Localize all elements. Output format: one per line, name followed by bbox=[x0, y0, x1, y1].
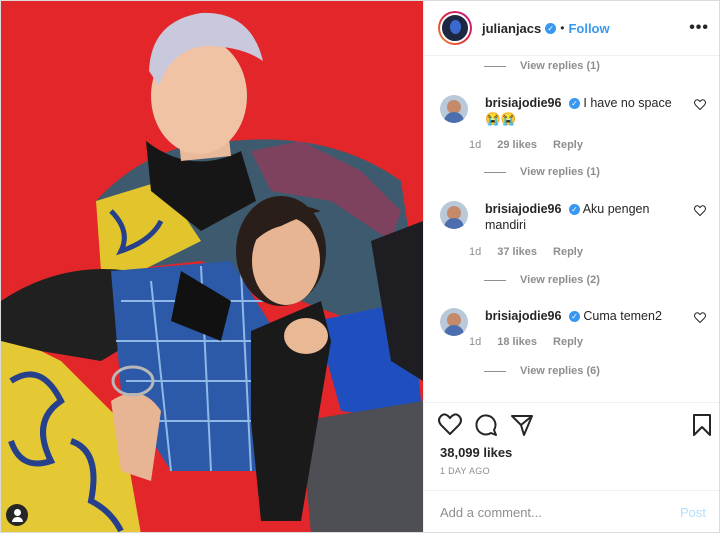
post-username[interactable]: julianjacs bbox=[482, 21, 541, 36]
comment-likes[interactable]: 29 likes bbox=[497, 139, 537, 151]
verified-badge-icon: ✓ bbox=[568, 98, 580, 110]
view-replies-top[interactable]: View replies (1) bbox=[484, 60, 600, 72]
comment-username[interactable]: brisiajodie96 bbox=[485, 309, 561, 323]
reply-button[interactable]: Reply bbox=[553, 336, 583, 348]
commenter-avatar[interactable] bbox=[440, 95, 468, 123]
reply-button[interactable]: Reply bbox=[553, 139, 583, 151]
comment-bubble-icon[interactable] bbox=[474, 413, 498, 437]
comment-meta: 1d 37 likes Reply bbox=[469, 246, 583, 258]
post-timestamp: 1 DAY AGO bbox=[440, 466, 490, 476]
add-comment-bar: Post bbox=[424, 490, 719, 532]
instagram-post-window: julianjacs ✓ • Follow ••• View replies (… bbox=[0, 0, 720, 533]
comment-meta: 1d 29 likes Reply bbox=[469, 139, 583, 151]
like-comment-heart-icon[interactable] bbox=[694, 205, 706, 216]
verified-badge-icon: ✓ bbox=[568, 311, 580, 323]
share-paper-plane-icon[interactable] bbox=[510, 413, 534, 437]
photo-illustration bbox=[1, 1, 423, 532]
post-actions: 38,099 likes 1 DAY AGO bbox=[424, 402, 719, 490]
action-icons bbox=[438, 413, 534, 437]
comment-likes[interactable]: 18 likes bbox=[497, 336, 537, 348]
comment-username[interactable]: brisiajodie96 bbox=[485, 202, 561, 216]
comment-meta: 1d 18 likes Reply bbox=[469, 336, 583, 348]
like-heart-icon[interactable] bbox=[438, 413, 462, 435]
comment-text: Cuma temen2 bbox=[583, 309, 662, 323]
verified-badge-icon: ✓ bbox=[545, 22, 557, 34]
comment-input[interactable] bbox=[440, 505, 680, 520]
comment-text: I have no space bbox=[583, 96, 672, 110]
post-side-panel: julianjacs ✓ • Follow ••• View replies (… bbox=[423, 1, 719, 532]
save-bookmark-icon[interactable] bbox=[692, 413, 712, 437]
post-comment-button[interactable]: Post bbox=[680, 505, 706, 520]
profile-avatar[interactable] bbox=[438, 11, 472, 45]
comment-time: 1d bbox=[469, 246, 482, 258]
comment-text-block: brisiajodie96 ✓ I have no space 😭😭 bbox=[485, 95, 685, 127]
view-replies[interactable]: View replies (1) bbox=[484, 166, 600, 178]
comment-text-block: brisiajodie96 ✓ Aku pengen mandiri bbox=[485, 201, 685, 233]
likes-count[interactable]: 38,099 likes bbox=[440, 445, 512, 460]
commenter-avatar[interactable] bbox=[440, 201, 468, 229]
like-comment-heart-icon[interactable] bbox=[694, 99, 706, 110]
comment-text-block: brisiajodie96 ✓ Cuma temen2 bbox=[485, 308, 685, 324]
post-photo[interactable] bbox=[1, 1, 423, 532]
follow-button[interactable]: Follow bbox=[568, 21, 609, 36]
post-header: julianjacs ✓ • Follow ••• bbox=[424, 1, 719, 56]
comment-emoji: 😭😭 bbox=[485, 112, 517, 126]
separator-dot: • bbox=[560, 21, 565, 35]
view-replies[interactable]: View replies (2) bbox=[484, 274, 600, 286]
comment-time: 1d bbox=[469, 139, 482, 151]
like-comment-heart-icon[interactable] bbox=[694, 312, 706, 323]
user-tag-icon[interactable] bbox=[6, 504, 28, 526]
verified-badge-icon: ✓ bbox=[568, 204, 580, 216]
comments-list[interactable]: View replies (1) brisiajodie96 ✓ I have … bbox=[424, 57, 719, 401]
more-options-icon[interactable]: ••• bbox=[689, 19, 709, 37]
comment-time: 1d bbox=[469, 336, 482, 348]
commenter-avatar[interactable] bbox=[440, 308, 468, 336]
view-replies[interactable]: View replies (6) bbox=[484, 365, 600, 377]
comment-likes[interactable]: 37 likes bbox=[497, 246, 537, 258]
reply-button[interactable]: Reply bbox=[553, 246, 583, 258]
comment-username[interactable]: brisiajodie96 bbox=[485, 96, 561, 110]
